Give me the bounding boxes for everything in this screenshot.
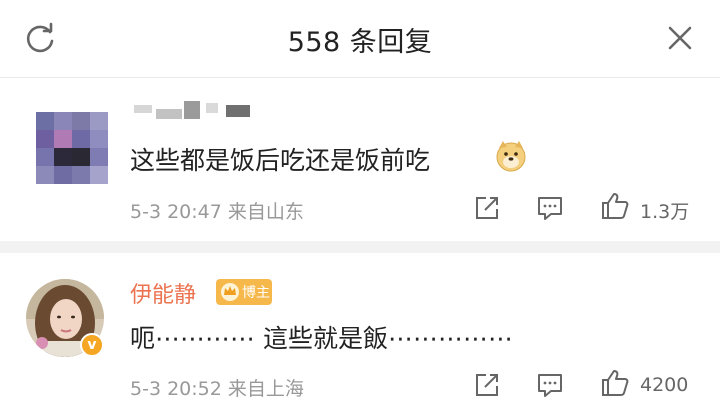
comment-text: 这些都是饭后吃还是饭前吃 <box>130 146 431 175</box>
close-icon[interactable] <box>664 22 696 54</box>
crown-icon <box>221 283 239 301</box>
share-icon[interactable] <box>472 193 502 223</box>
comment-meta: 5-3 20:52 来自上海 <box>130 374 304 401</box>
comment-location: 来自上海 <box>227 378 304 400</box>
share-icon[interactable] <box>472 370 502 400</box>
like-count: 4200 <box>640 374 689 396</box>
comment-item: v 伊能静 博主 呃⋯⋯⋯⋯ 這些就是飯⋯⋯⋯⋯⋯ 5-3 20:52 来自上海… <box>0 253 720 413</box>
like-count: 1.3万 <box>640 201 690 223</box>
author-name[interactable]: 伊能静 <box>130 277 196 309</box>
section-divider <box>0 241 720 253</box>
blogger-badge: 博主 <box>216 279 272 305</box>
doge-emoji-icon <box>496 141 526 172</box>
like-icon[interactable] <box>600 368 630 398</box>
comment-location: 来自山东 <box>227 201 304 223</box>
comment-icon[interactable] <box>535 193 565 223</box>
badge-label: 博主 <box>242 285 270 301</box>
comment-item: 这些都是饭后吃还是饭前吃 5-3 20:47 来自山东 1.3万 <box>0 79 720 241</box>
author-name-redacted <box>134 101 264 121</box>
reply-header: 558 条回复 <box>0 0 720 78</box>
like-icon[interactable] <box>600 191 630 221</box>
comment-time: 5-3 20:52 <box>130 378 222 400</box>
avatar[interactable] <box>36 112 108 184</box>
comment-icon[interactable] <box>535 370 565 400</box>
verified-badge: v <box>80 333 104 357</box>
comment-meta: 5-3 20:47 来自山东 <box>130 197 304 224</box>
comment-text: 呃⋯⋯⋯⋯ 這些就是飯⋯⋯⋯⋯⋯ <box>130 324 513 353</box>
page-title: 558 条回复 <box>287 27 433 58</box>
comment-time: 5-3 20:47 <box>130 201 222 223</box>
